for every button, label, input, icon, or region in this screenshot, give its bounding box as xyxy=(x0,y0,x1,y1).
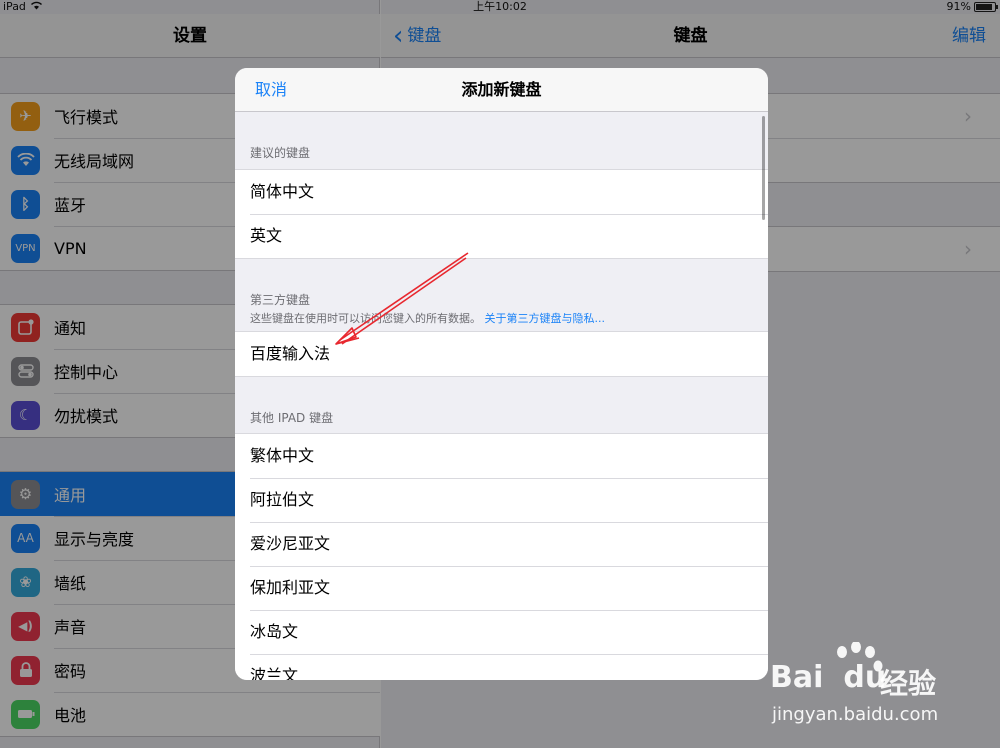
third-party-header-block: 第三方键盘 这些键盘在使用时可以访问您键入的所有数据。 关于第三方键盘与隐私..… xyxy=(235,259,768,331)
third-party-keyboards-list: 百度输入法 xyxy=(235,331,768,377)
status-dim-overlay xyxy=(0,0,1000,14)
section-header-third-party: 第三方键盘 xyxy=(250,293,311,307)
suggested-keyboards-list: 简体中文 英文 xyxy=(235,169,768,259)
third-party-note: 这些键盘在使用时可以访问您键入的所有数据。 关于第三方键盘与隐私... xyxy=(235,310,768,326)
keyboard-option-polish[interactable]: 波兰文 xyxy=(235,654,768,680)
watermark-brand: Bai du xyxy=(770,660,886,695)
keyboard-option-estonian[interactable]: 爱沙尼亚文 xyxy=(235,522,768,566)
privacy-link[interactable]: 关于第三方键盘与隐私... xyxy=(485,312,606,325)
section-header-suggested: 建议的键盘 xyxy=(250,146,311,160)
keyboard-option-baidu-input[interactable]: 百度输入法 xyxy=(235,332,768,376)
privacy-note-text: 这些键盘在使用时可以访问您键入的所有数据。 xyxy=(250,312,481,325)
section-header-other-ipad: 其他 IPAD 键盘 xyxy=(250,411,334,425)
other-keyboards-list: 繁体中文 阿拉伯文 爱沙尼亚文 保加利亚文 冰岛文 波兰文 xyxy=(235,433,768,680)
keyboard-option-icelandic[interactable]: 冰岛文 xyxy=(235,610,768,654)
keyboard-option-arabic[interactable]: 阿拉伯文 xyxy=(235,478,768,522)
keyboard-option-traditional-chinese[interactable]: 繁体中文 xyxy=(235,434,768,478)
watermark-cn: 经验 xyxy=(880,667,937,700)
keyboard-option-bulgarian[interactable]: 保加利亚文 xyxy=(235,566,768,610)
baidu-jingyan-watermark: Bai du 经验 jingyan.baidu.com xyxy=(770,642,990,732)
keyboard-option-english[interactable]: 英文 xyxy=(235,214,768,258)
watermark-url: jingyan.baidu.com xyxy=(772,704,939,725)
sheet-nav-bar: 取消 添加新键盘 xyxy=(235,68,768,112)
keyboard-option-simplified-chinese[interactable]: 简体中文 xyxy=(235,170,768,214)
watermark-brand-bai: Bai xyxy=(770,660,824,695)
add-keyboard-sheet: 取消 添加新键盘 建议的键盘 简体中文 英文 第三方键盘 这些键盘在使用时可以访… xyxy=(235,68,768,680)
sheet-title: 添加新键盘 xyxy=(461,80,542,99)
sheet-scrollbar[interactable] xyxy=(762,116,765,220)
